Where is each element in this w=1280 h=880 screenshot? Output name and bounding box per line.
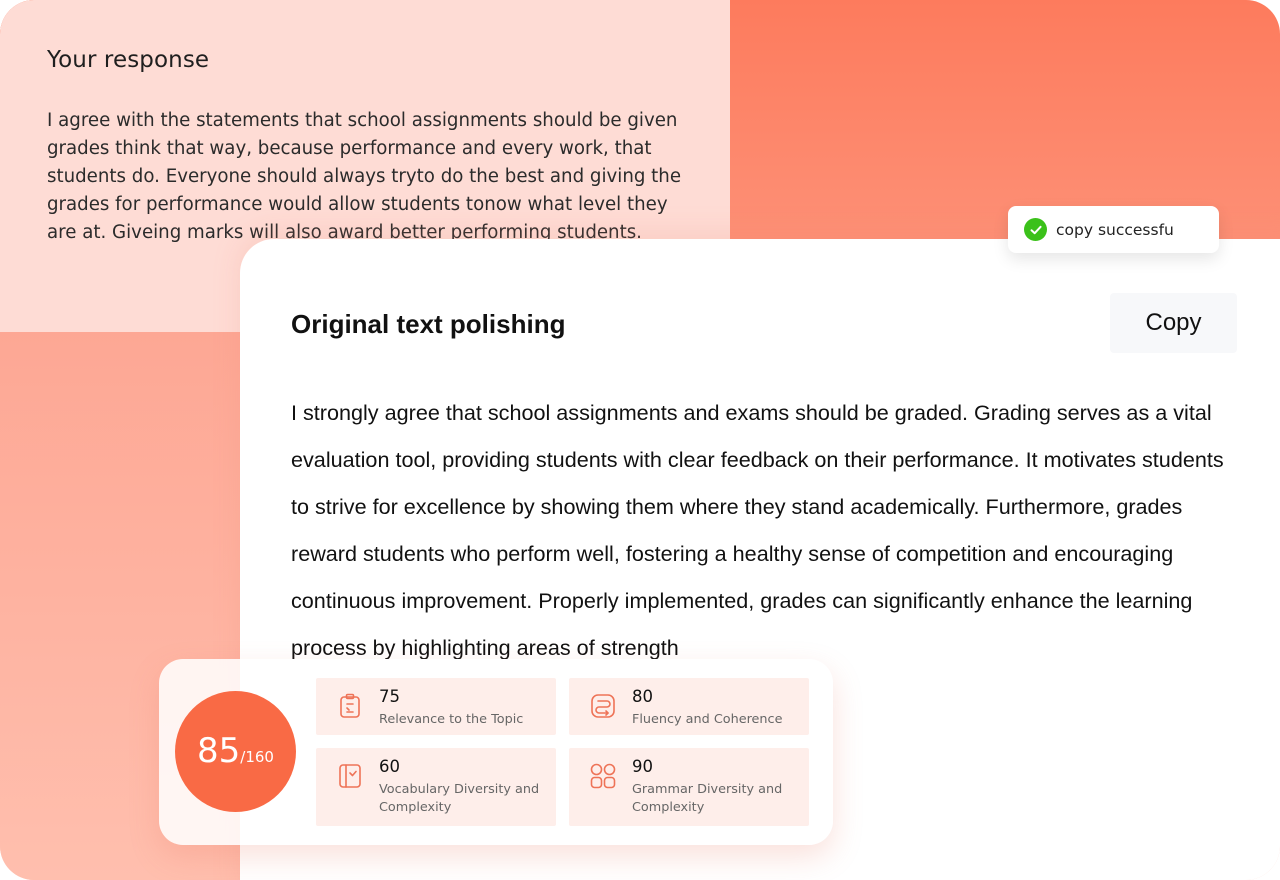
check-circle-icon	[1024, 218, 1047, 241]
metric-fluency: 80 Fluency and Coherence	[569, 678, 809, 735]
flow-icon	[589, 692, 617, 720]
metric-value: 80	[632, 687, 653, 706]
app-stage: Your response I agree with the statement…	[0, 0, 1280, 880]
score-card: 85 /160 75 Relevance to the Topic 80 Flu…	[159, 659, 833, 845]
metric-value: 90	[632, 757, 653, 776]
polishing-title: Original text polishing	[291, 309, 566, 339]
clipboard-icon	[336, 692, 364, 720]
total-score-badge: 85 /160	[175, 691, 296, 812]
metric-grammar: 90 Grammar Diversity and Complexity	[569, 748, 809, 826]
total-score-max: /160	[240, 748, 274, 766]
metric-label: Vocabulary Diversity and Complexity	[379, 782, 540, 815]
metric-label: Grammar Diversity and Complexity	[632, 782, 783, 815]
copy-success-toast: copy successfu	[1008, 206, 1219, 253]
metric-label: Relevance to the Topic	[379, 712, 524, 727]
response-text: I agree with the statements that school …	[47, 110, 682, 243]
metric-value: 60	[379, 757, 400, 776]
metric-label: Fluency and Coherence	[632, 712, 783, 727]
metric-vocabulary: 60 Vocabulary Diversity and Complexity	[316, 748, 556, 826]
metric-value: 75	[379, 687, 400, 706]
grid-icon	[589, 762, 617, 790]
notebook-icon	[336, 762, 364, 790]
response-title: Your response	[47, 47, 210, 73]
copy-button[interactable]: Copy	[1110, 293, 1237, 353]
metric-relevance: 75 Relevance to the Topic	[316, 678, 556, 735]
total-score-value: 85	[197, 731, 241, 771]
polished-text: I strongly agree that school assignments…	[291, 400, 1224, 659]
toast-text: copy successfu	[1056, 220, 1174, 239]
